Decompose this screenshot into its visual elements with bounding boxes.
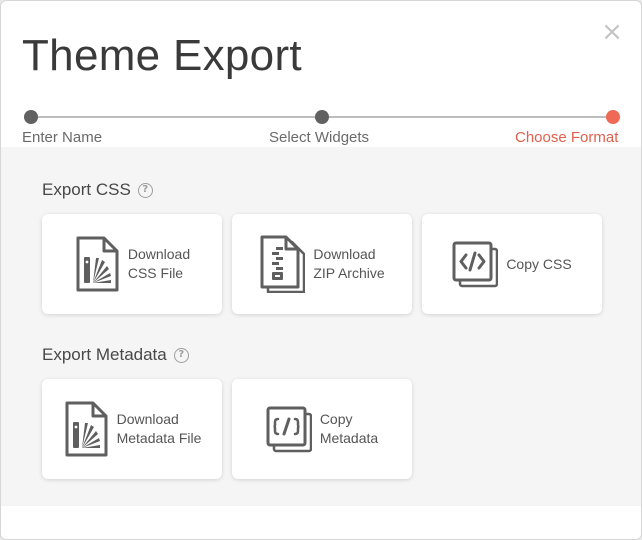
download-metadata-file-button[interactable]: Download Metadata File <box>42 379 222 479</box>
card-label-line: Download <box>116 411 179 427</box>
step-dot-choose-format[interactable] <box>606 110 620 124</box>
json-copy-icon <box>266 406 312 453</box>
copy-metadata-label: Copy Metadata <box>320 410 378 448</box>
export-options-panel: Export CSS ? Download CSS File Download … <box>1 147 641 506</box>
card-label-line: CSS File <box>127 265 184 281</box>
zip-archive-icon <box>260 235 306 293</box>
export-metadata-title: Export Metadata <box>42 345 167 364</box>
help-icon[interactable]: ? <box>137 182 153 198</box>
file-metadata-icon <box>65 401 108 457</box>
export-css-heading: Export CSS ? <box>42 180 153 200</box>
copy-metadata-button[interactable]: Copy Metadata <box>232 379 412 479</box>
close-icon[interactable]: × <box>601 19 623 45</box>
code-copy-icon <box>452 241 499 288</box>
step-label-enter-name[interactable]: Enter Name <box>22 129 102 146</box>
help-icon[interactable]: ? <box>173 347 189 363</box>
dialog-title: Theme Export <box>22 31 302 80</box>
card-label-line: ZIP Archive <box>313 265 385 281</box>
copy-css-button[interactable]: Copy CSS <box>422 214 602 314</box>
step-label-select-widgets[interactable]: Select Widgets <box>269 129 369 146</box>
card-label-line: Copy CSS <box>506 255 572 272</box>
card-label-line: Download <box>127 246 191 262</box>
step-label-choose-format[interactable]: Choose Format <box>515 129 618 146</box>
card-label-line: Metadata <box>319 430 379 446</box>
export-css-title: Export CSS <box>42 180 131 199</box>
step-dot-select-widgets[interactable] <box>315 110 329 124</box>
file-css-icon <box>76 236 119 292</box>
copy-css-label: Copy CSS <box>506 255 571 274</box>
export-metadata-heading: Export Metadata ? <box>42 345 189 365</box>
download-zip-archive-label: Download ZIP Archive <box>313 245 384 283</box>
download-css-file-button[interactable]: Download CSS File <box>42 214 222 314</box>
card-label-line: Metadata File <box>116 430 202 446</box>
step-dot-enter-name[interactable] <box>24 110 38 124</box>
download-metadata-file-label: Download Metadata File <box>117 410 202 448</box>
card-label-line: Copy <box>319 411 353 427</box>
download-zip-archive-button[interactable]: Download ZIP Archive <box>232 214 412 314</box>
card-label-line: Download <box>313 246 376 262</box>
download-css-file-label: Download CSS File <box>128 245 190 283</box>
theme-export-dialog: × Theme Export Enter Name Select Widgets… <box>0 0 642 540</box>
